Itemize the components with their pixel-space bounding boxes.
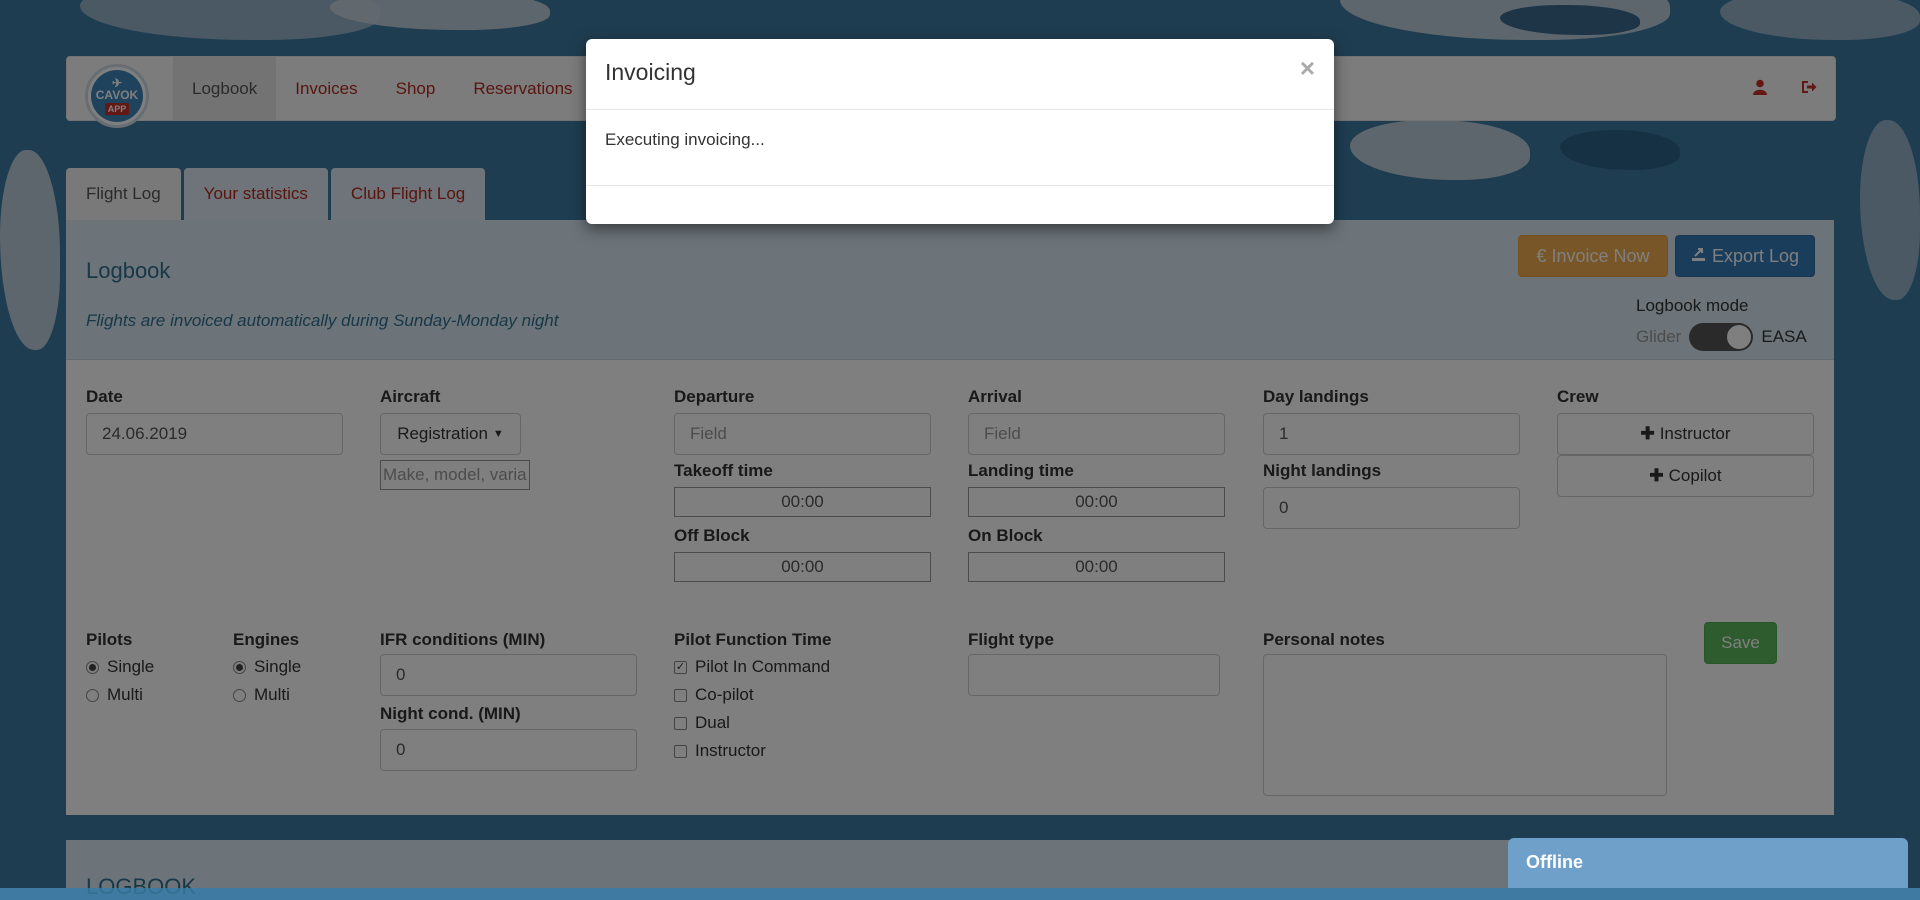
chat-widget[interactable]: Offline — [1508, 838, 1908, 888]
modal-title: Invoicing — [605, 59, 696, 85]
invoicing-modal: Invoicing × Executing invoicing... — [586, 39, 1334, 224]
close-icon[interactable]: × — [1300, 53, 1315, 84]
chat-status: Offline — [1526, 852, 1583, 872]
modal-header: Invoicing × — [586, 39, 1334, 110]
modal-message: Executing invoicing... — [605, 130, 765, 149]
modal-body: Executing invoicing... — [586, 110, 1334, 186]
